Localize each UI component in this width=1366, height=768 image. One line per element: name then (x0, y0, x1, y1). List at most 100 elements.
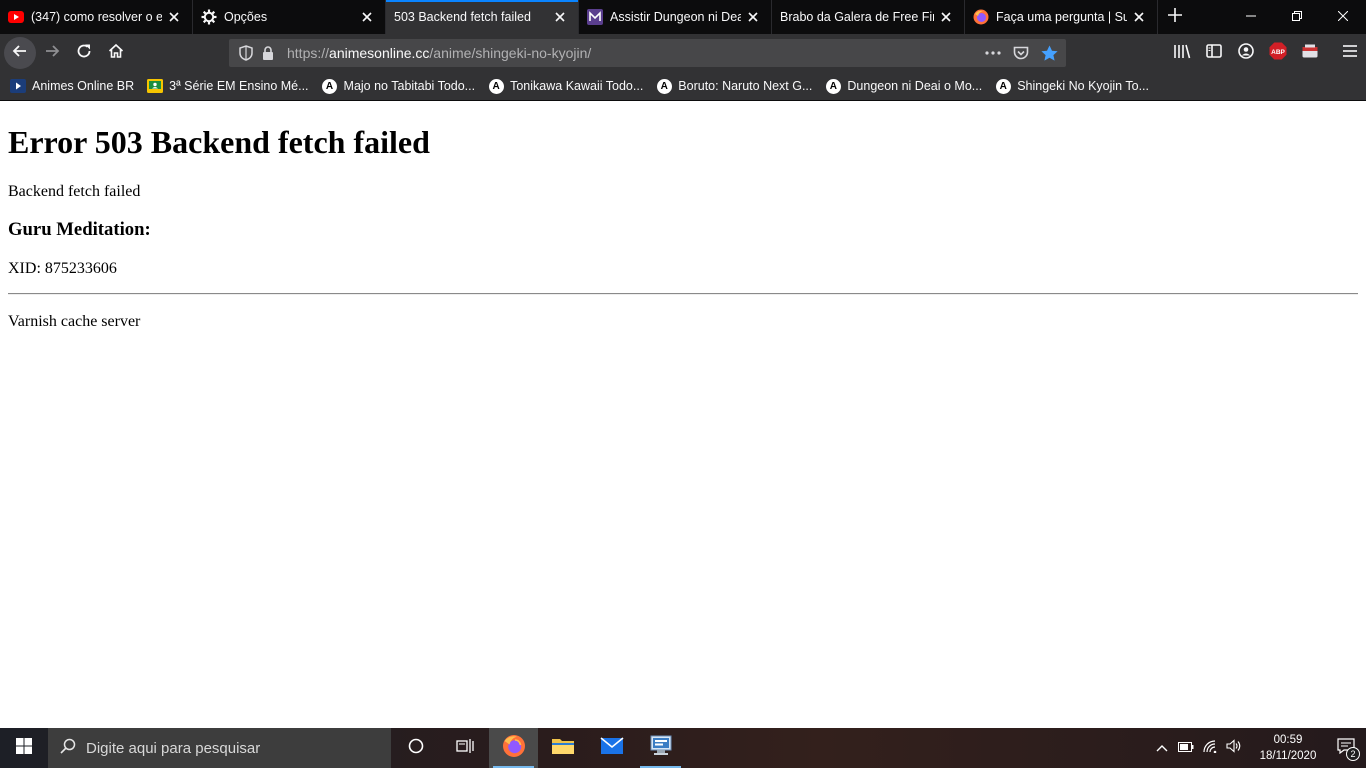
show-hidden-icons-button[interactable] (1150, 728, 1174, 768)
menu-button[interactable] (1334, 37, 1366, 69)
account-icon (1238, 42, 1254, 64)
taskbar-file-explorer[interactable] (538, 728, 587, 768)
new-tab-button[interactable] (1158, 0, 1192, 34)
start-button[interactable] (0, 728, 48, 768)
tab-title: Assistir Dungeon ni Deai (610, 10, 741, 24)
action-center-button[interactable]: 2 (1326, 728, 1366, 768)
bookmark-item[interactable]: A Boruto: Naruto Next G... (656, 78, 812, 94)
close-icon[interactable] (938, 9, 954, 25)
bookmark-item[interactable]: 3ª Série EM Ensino Mé... (147, 78, 309, 94)
system-tray: 00:59 18/11/2020 2 (1150, 728, 1366, 768)
bookmark-item[interactable]: A Tonikawa Kawaii Todo... (488, 78, 643, 94)
search-icon (60, 738, 76, 758)
bookmarks-toolbar: Animes Online BR 3ª Série EM Ensino Mé..… (0, 72, 1366, 101)
home-button[interactable] (100, 37, 132, 69)
bookmark-label: Tonikawa Kawaii Todo... (510, 79, 644, 93)
sidebar-icon (1206, 43, 1222, 63)
error-message: Backend fetch failed (8, 183, 141, 200)
reload-button[interactable] (68, 37, 100, 69)
bookmark-label: Shingeki No Kyojin To... (1017, 79, 1149, 93)
bookmark-item[interactable]: Animes Online BR (10, 78, 134, 94)
close-icon[interactable] (1131, 9, 1147, 25)
bookmark-label: Boruto: Naruto Next G... (678, 79, 813, 93)
bookmark-star-icon[interactable] (1038, 42, 1060, 64)
restore-button[interactable] (1274, 0, 1320, 34)
extension-button[interactable] (1294, 37, 1326, 69)
search-placeholder: Digite aqui para pesquisar (86, 739, 261, 757)
section-heading: Guru Meditation: (8, 219, 151, 240)
sidebar-button[interactable] (1198, 37, 1230, 69)
bookmark-item[interactable]: A Shingeki No Kyojin To... (995, 78, 1149, 94)
bookmark-label: 3ª Série EM Ensino Mé... (169, 79, 309, 93)
tab-title: (347) como resolver o err (31, 10, 162, 24)
mail-icon (599, 736, 624, 760)
tab-support[interactable]: Faça uma pergunta | Sup (965, 0, 1158, 34)
shield-icon[interactable] (235, 42, 257, 64)
divider (8, 293, 1358, 295)
volume-button[interactable] (1222, 728, 1246, 768)
page-content: Error 503 Backend fetch failed Backend f… (0, 102, 1366, 728)
back-button[interactable] (4, 37, 36, 69)
taskbar-search-box[interactable]: Digite aqui para pesquisar (48, 728, 391, 768)
clock-time: 00:59 (1273, 734, 1303, 746)
classroom-icon (147, 78, 164, 94)
clock-date: 18/11/2020 (1259, 750, 1317, 762)
site-play-icon (10, 78, 26, 94)
xid-text: XID: 875233606 (8, 260, 117, 277)
wifi-icon (1202, 739, 1218, 758)
notification-count-badge: 2 (1346, 747, 1360, 761)
speaker-icon (1226, 738, 1242, 758)
close-icon[interactable] (359, 9, 375, 25)
clock[interactable]: 00:59 18/11/2020 (1250, 732, 1326, 764)
more-actions-icon[interactable] (982, 42, 1004, 64)
taskbar-firefox[interactable] (489, 728, 538, 768)
arrow-right-icon (44, 43, 60, 64)
firefox-icon (502, 734, 526, 763)
svg-text:ABP: ABP (1271, 49, 1285, 56)
url-bar[interactable]: https://animesonline.cc/anime/shingeki-n… (229, 39, 1066, 67)
tab-options[interactable]: Opções (193, 0, 386, 34)
bookmark-item[interactable]: A Majo no Tabitabi Todo... (322, 78, 475, 94)
minimize-button[interactable] (1228, 0, 1274, 34)
pocket-icon[interactable] (1010, 42, 1032, 64)
url-text[interactable]: https://animesonline.cc/anime/shingeki-n… (287, 45, 982, 61)
a-badge-icon: A (656, 78, 672, 94)
tab-dungeon[interactable]: Assistir Dungeon ni Deai (579, 0, 772, 34)
close-icon[interactable] (745, 9, 761, 25)
tab-youtube[interactable]: (347) como resolver o err (0, 0, 193, 34)
folder-icon (551, 736, 575, 761)
adblock-plus-button[interactable]: ABP (1262, 37, 1294, 69)
url-scheme: https:// (287, 45, 330, 61)
bookmark-label: Dungeon ni Deai o Mo... (847, 79, 983, 93)
library-button[interactable] (1166, 37, 1198, 69)
navigation-toolbar: https://animesonline.cc/anime/shingeki-n… (0, 34, 1366, 72)
close-icon[interactable] (166, 9, 182, 25)
url-host: animesonline.cc (329, 45, 430, 61)
close-icon[interactable] (552, 9, 568, 25)
account-button[interactable] (1230, 37, 1262, 69)
battery-icon (1178, 739, 1194, 757)
plus-icon (1167, 7, 1183, 28)
youtube-icon (8, 9, 24, 25)
cortana-circle-icon (408, 738, 424, 759)
task-view-button[interactable] (440, 728, 489, 768)
gear-icon (201, 9, 217, 25)
forward-button[interactable] (36, 37, 68, 69)
tab-title: Brabo da Galera de Free Fire (780, 10, 934, 24)
url-path: /anime/shingeki-no-kyojin/ (429, 45, 592, 61)
close-window-button[interactable] (1320, 0, 1366, 34)
arrow-left-icon (12, 43, 28, 64)
bookmark-item[interactable]: A Dungeon ni Deai o Mo... (825, 78, 982, 94)
taskbar-mail[interactable] (587, 728, 636, 768)
tab-active-error[interactable]: 503 Backend fetch failed (386, 0, 579, 34)
cortana-button[interactable] (391, 728, 440, 768)
network-button[interactable] (1198, 728, 1222, 768)
chevron-up-icon (1156, 739, 1168, 757)
battery-button[interactable] (1174, 728, 1198, 768)
tab-free-fire[interactable]: Brabo da Galera de Free Fire (772, 0, 965, 34)
tab-strip: (347) como resolver o err Opções 503 Bac… (0, 0, 1366, 34)
bookmark-label: Animes Online BR (32, 79, 135, 93)
restore-icon (1292, 8, 1302, 26)
lock-icon[interactable] (257, 42, 279, 64)
taskbar-control-panel[interactable] (636, 728, 685, 768)
